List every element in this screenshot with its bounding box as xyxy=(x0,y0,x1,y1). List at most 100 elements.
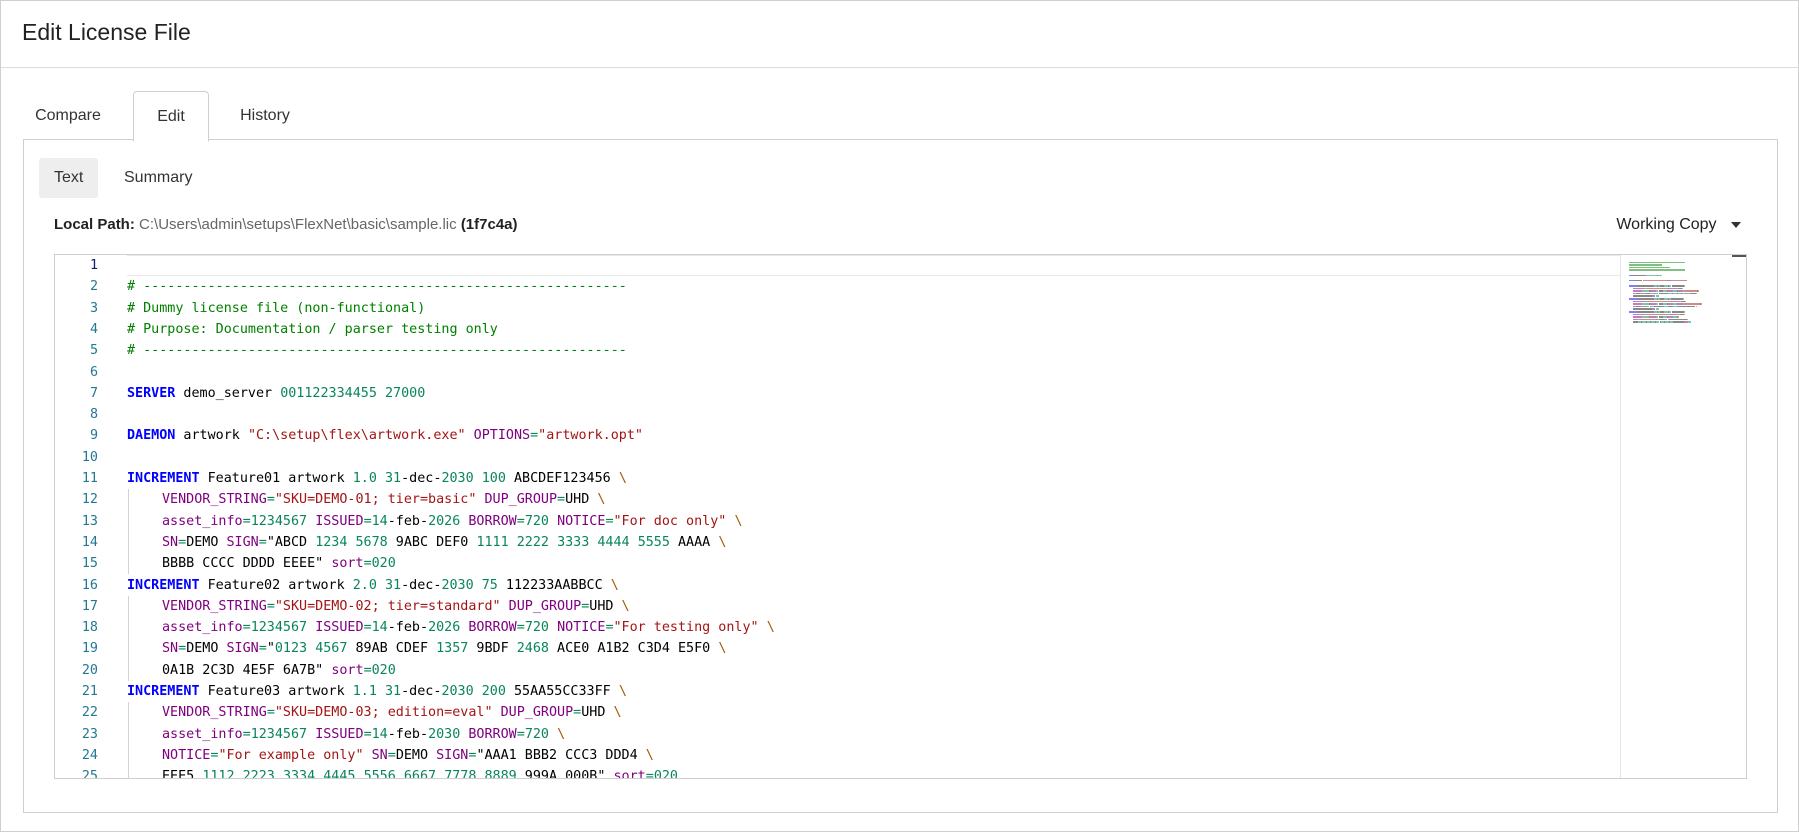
code-token: "ABCD xyxy=(266,534,316,550)
code-token: = xyxy=(645,769,654,779)
code-line: VENDOR_STRING="SKU=DEMO-01; tier=basic" … xyxy=(162,489,605,510)
line-number: 25 xyxy=(81,769,98,779)
minimap-mark xyxy=(1677,316,1679,318)
code-token: "For example only" xyxy=(218,747,364,763)
indent-guide xyxy=(128,553,129,575)
code-token: 4445 xyxy=(323,769,356,779)
minimap-mark xyxy=(1676,305,1696,308)
code-token: = xyxy=(258,641,267,657)
minimap-mark xyxy=(1684,285,1686,287)
version-dropdown[interactable]: Working Copy xyxy=(1616,216,1741,234)
minimap-mark xyxy=(1639,318,1656,321)
code-editor[interactable]: 1 2 3 4 5 6 7 8 9 10 11 12 13 14 15 16 17 18 19 20 21 22 23 24 2… xyxy=(54,254,1747,779)
tab-history[interactable]: History xyxy=(223,91,307,139)
line-number: 11 xyxy=(81,471,98,486)
code-token: UHD xyxy=(589,598,622,614)
minimap-mark xyxy=(1634,279,1643,282)
code-token: 720 xyxy=(524,726,549,742)
code-token: asset_info xyxy=(162,726,243,742)
code-token: 0123 xyxy=(274,641,308,657)
code-token: 75 xyxy=(481,577,498,593)
code-token: = xyxy=(516,513,525,529)
minimap-mark xyxy=(1656,295,1660,297)
code-token: 5556 xyxy=(363,769,396,779)
line-number-gutter: 1 2 3 4 5 6 7 8 9 10 11 12 13 14 15 16 17 18 19 20 21 22 23 24 2… xyxy=(55,255,125,778)
minimap-mark xyxy=(1671,300,1680,303)
code-token: DUP_GROUP xyxy=(484,492,558,508)
code-token: SN xyxy=(371,747,388,763)
local-path-label: Local Path: xyxy=(54,216,135,233)
code-token: 2223 xyxy=(242,769,275,779)
main-tabs: Compare Edit History xyxy=(23,91,1778,142)
subtab-summary[interactable]: Summary xyxy=(109,158,207,198)
minimap-mark xyxy=(1684,290,1697,292)
code-token: = xyxy=(605,513,614,529)
code-token: DUP_GROUP xyxy=(500,705,574,721)
line-number: 10 xyxy=(81,449,98,465)
code-token: = xyxy=(516,620,525,636)
code-token: ISSUED xyxy=(315,513,364,529)
minimap-mark xyxy=(1629,269,1685,271)
code-line: # Dummy license file (non-functional) xyxy=(127,298,425,319)
code-line: BBBB CCCC DDDD EEEE" sort=020 xyxy=(162,553,396,574)
page-title: Edit License File xyxy=(22,19,191,45)
indent-guide xyxy=(128,659,129,681)
code-token: SERVER xyxy=(127,385,176,401)
line-number: 18 xyxy=(81,620,98,636)
code-token: OPTIONS xyxy=(473,428,531,444)
line-number: 20 xyxy=(81,662,98,678)
code-token: 1111 xyxy=(476,534,509,550)
code-token: asset_info xyxy=(162,620,243,636)
code-token: 112233AABBCC xyxy=(497,577,611,593)
code-token: " xyxy=(266,641,275,657)
tab-compare[interactable]: Compare xyxy=(23,91,113,139)
line-number: 3 xyxy=(89,300,98,316)
code-token: \ xyxy=(734,513,743,529)
code-token: -feb- xyxy=(387,620,429,636)
subtab-text[interactable]: Text xyxy=(39,158,99,198)
code-token: \ xyxy=(621,598,630,614)
code-token: "For doc only" xyxy=(613,513,727,529)
line-number: 24 xyxy=(81,747,98,763)
code-token: = xyxy=(605,620,614,636)
code-token: EEE5 xyxy=(162,769,203,779)
code-token: 3334 xyxy=(282,769,316,779)
minimap-mark xyxy=(1681,287,1683,290)
code-token: sort xyxy=(331,662,364,678)
code-token: 4444 xyxy=(597,534,630,550)
line-number: 2 xyxy=(89,279,98,295)
code-line: asset_info=1234567 ISSUED=14-feb-2026 BO… xyxy=(162,511,743,532)
editor-minimap[interactable] xyxy=(1620,255,1746,778)
code-token: 1234567 xyxy=(250,513,308,529)
code-token: AAAA xyxy=(669,534,719,550)
minimap-mark xyxy=(1695,292,1697,295)
tab-edit[interactable]: Edit xyxy=(133,91,209,142)
code-token: -dec- xyxy=(401,684,442,699)
code-token: 31 xyxy=(385,471,402,486)
code-token: \ xyxy=(610,577,619,593)
code-token: VENDOR_STRING xyxy=(162,598,267,614)
code-token: \ xyxy=(766,620,775,636)
code-token: 1234 xyxy=(315,534,348,550)
minimap-mark xyxy=(1673,321,1685,323)
vertical-scrollbar-thumb[interactable] xyxy=(1732,255,1746,257)
code-token: "SKU=DEMO-02; tier=standard" xyxy=(274,598,501,614)
code-token: UHD xyxy=(565,492,598,508)
code-token: BORROW xyxy=(468,513,517,529)
code-token: 14 xyxy=(371,726,388,742)
code-token: 5678 xyxy=(355,534,388,550)
code-area[interactable]: # --------------------------------------… xyxy=(127,255,1746,778)
minimap-mark xyxy=(1701,303,1703,305)
code-token: asset_info xyxy=(162,513,243,529)
code-token: demo_server xyxy=(175,385,281,401)
